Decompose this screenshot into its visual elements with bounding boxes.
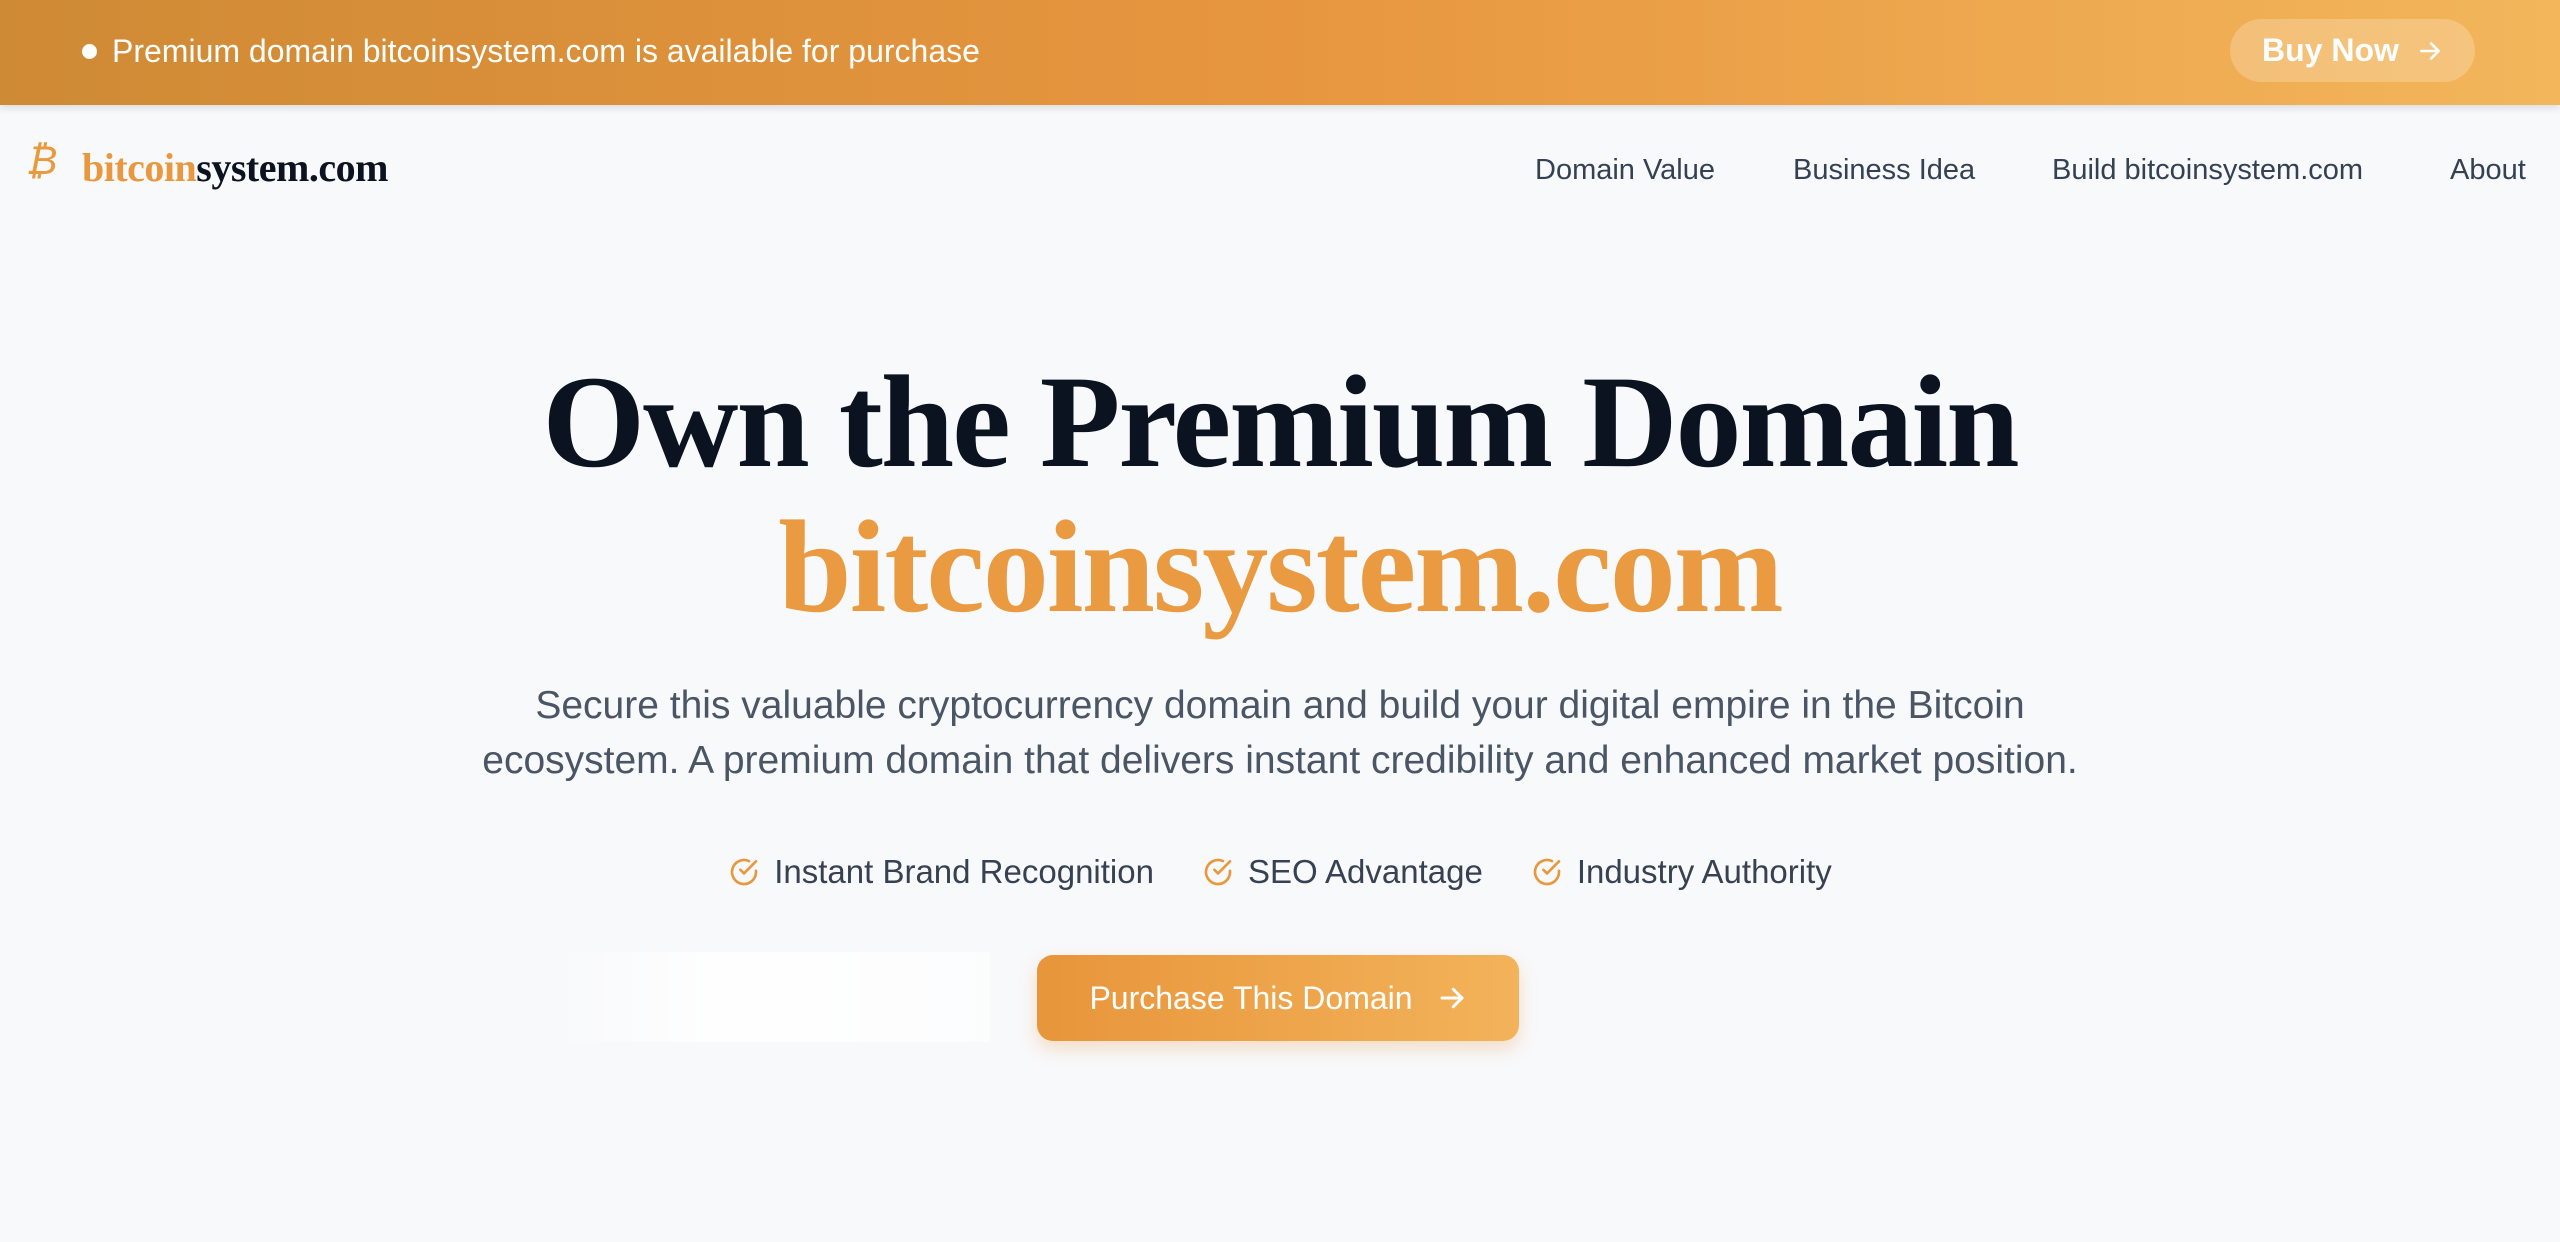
feature-label: Instant Brand Recognition bbox=[774, 853, 1154, 890]
main-nav: Domain Value Business Idea Build bitcoin… bbox=[0, 154, 2560, 194]
decorative-fade bbox=[550, 952, 990, 1042]
feature-item: SEO Advantage bbox=[1202, 853, 1483, 891]
hero-subtitle: Secure this valuable cryptocurrency doma… bbox=[380, 678, 2180, 788]
purchase-domain-label: Purchase This Domain bbox=[1089, 979, 1413, 1016]
purchase-domain-button[interactable]: Purchase This Domain bbox=[1037, 955, 1519, 1041]
feature-item: Industry Authority bbox=[1531, 853, 1832, 891]
hero-subtitle-line2: ecosystem. A premium domain that deliver… bbox=[482, 739, 2078, 782]
check-circle-icon bbox=[1204, 858, 1232, 886]
check-circle-icon bbox=[1533, 858, 1561, 886]
announcement-bar: Premium domain bitcoinsystem.com is avai… bbox=[0, 0, 2560, 105]
arrow-right-icon bbox=[2419, 41, 2440, 60]
feature-item: Instant Brand Recognition bbox=[728, 853, 1154, 891]
nav-item-build[interactable]: Build bitcoinsystem.com bbox=[2052, 154, 2363, 187]
arrow-right-icon bbox=[1440, 987, 1464, 1009]
nav-item-business-idea[interactable]: Business Idea bbox=[1793, 154, 1975, 187]
feature-label: Industry Authority bbox=[1576, 853, 1832, 890]
buy-now-label: Buy Now bbox=[2262, 32, 2399, 68]
check-circle-icon bbox=[730, 858, 758, 886]
announcement-text: Premium domain bitcoinsystem.com is avai… bbox=[112, 33, 980, 69]
feature-label: SEO Advantage bbox=[1247, 853, 1483, 890]
nav-item-domain-value[interactable]: Domain Value bbox=[1535, 154, 1715, 187]
bullet-dot-icon bbox=[82, 44, 97, 59]
hero-subtitle-line1: Secure this valuable cryptocurrency doma… bbox=[535, 684, 2025, 727]
nav-item-about[interactable]: About bbox=[2450, 154, 2526, 187]
feature-list: Instant Brand Recognition SEO Advantage … bbox=[0, 853, 2560, 891]
hero-domain-title: bitcoinsystem.com bbox=[778, 493, 1784, 640]
hero-title: Own the Premium Domain bbox=[542, 348, 2019, 495]
buy-now-button[interactable]: Buy Now bbox=[2230, 19, 2475, 82]
